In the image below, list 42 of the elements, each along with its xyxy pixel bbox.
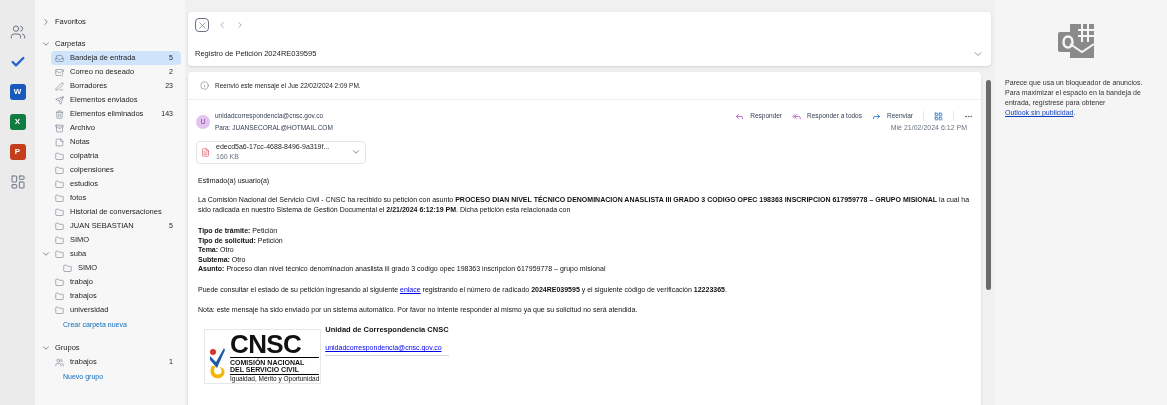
chevron-icon[interactable] <box>41 17 51 27</box>
info-icon <box>200 81 209 90</box>
app-icon[interactable]: X <box>9 114 26 130</box>
chevron-icon[interactable] <box>41 39 51 49</box>
folder-icon <box>55 305 64 315</box>
people-icon <box>55 357 64 367</box>
previous-icon[interactable] <box>217 20 227 30</box>
pencil-icon <box>55 81 64 91</box>
chevron-icon[interactable] <box>41 249 51 259</box>
archive-icon <box>55 123 64 133</box>
mail-warning-icon <box>55 67 64 77</box>
logo-acronym: CNSC <box>230 330 303 357</box>
folder-icon <box>55 151 64 161</box>
folder-icon <box>55 207 64 217</box>
note-icon <box>55 137 64 147</box>
close-button[interactable] <box>195 18 209 32</box>
folder-icon <box>55 277 64 287</box>
send-icon <box>55 95 64 105</box>
folder-icon <box>55 179 64 189</box>
pdf-file-icon <box>201 147 210 157</box>
folder-icon <box>55 221 64 231</box>
next-icon[interactable] <box>235 20 245 30</box>
folder-icon <box>63 263 72 273</box>
chevron-icon[interactable] <box>351 147 361 157</box>
folder-icon <box>55 235 64 245</box>
folder-icon <box>55 249 64 259</box>
people-icon[interactable] <box>9 24 26 40</box>
folder-icon <box>55 193 64 203</box>
close-icon <box>196 19 208 31</box>
folder-icon <box>55 165 64 175</box>
grid-icon[interactable] <box>934 111 943 121</box>
app-icon[interactable]: W <box>9 84 26 100</box>
inbox-icon <box>55 53 64 63</box>
app-icon[interactable]: P <box>9 144 26 160</box>
scrollbar-thumb[interactable] <box>986 80 991 290</box>
reply-all-icon <box>792 111 802 121</box>
apps-icon[interactable] <box>9 174 26 190</box>
folder-icon <box>55 291 64 301</box>
forward-icon <box>872 111 881 121</box>
reply-icon <box>735 111 745 121</box>
chevron-icon[interactable] <box>41 343 51 353</box>
trash-icon <box>55 109 64 119</box>
